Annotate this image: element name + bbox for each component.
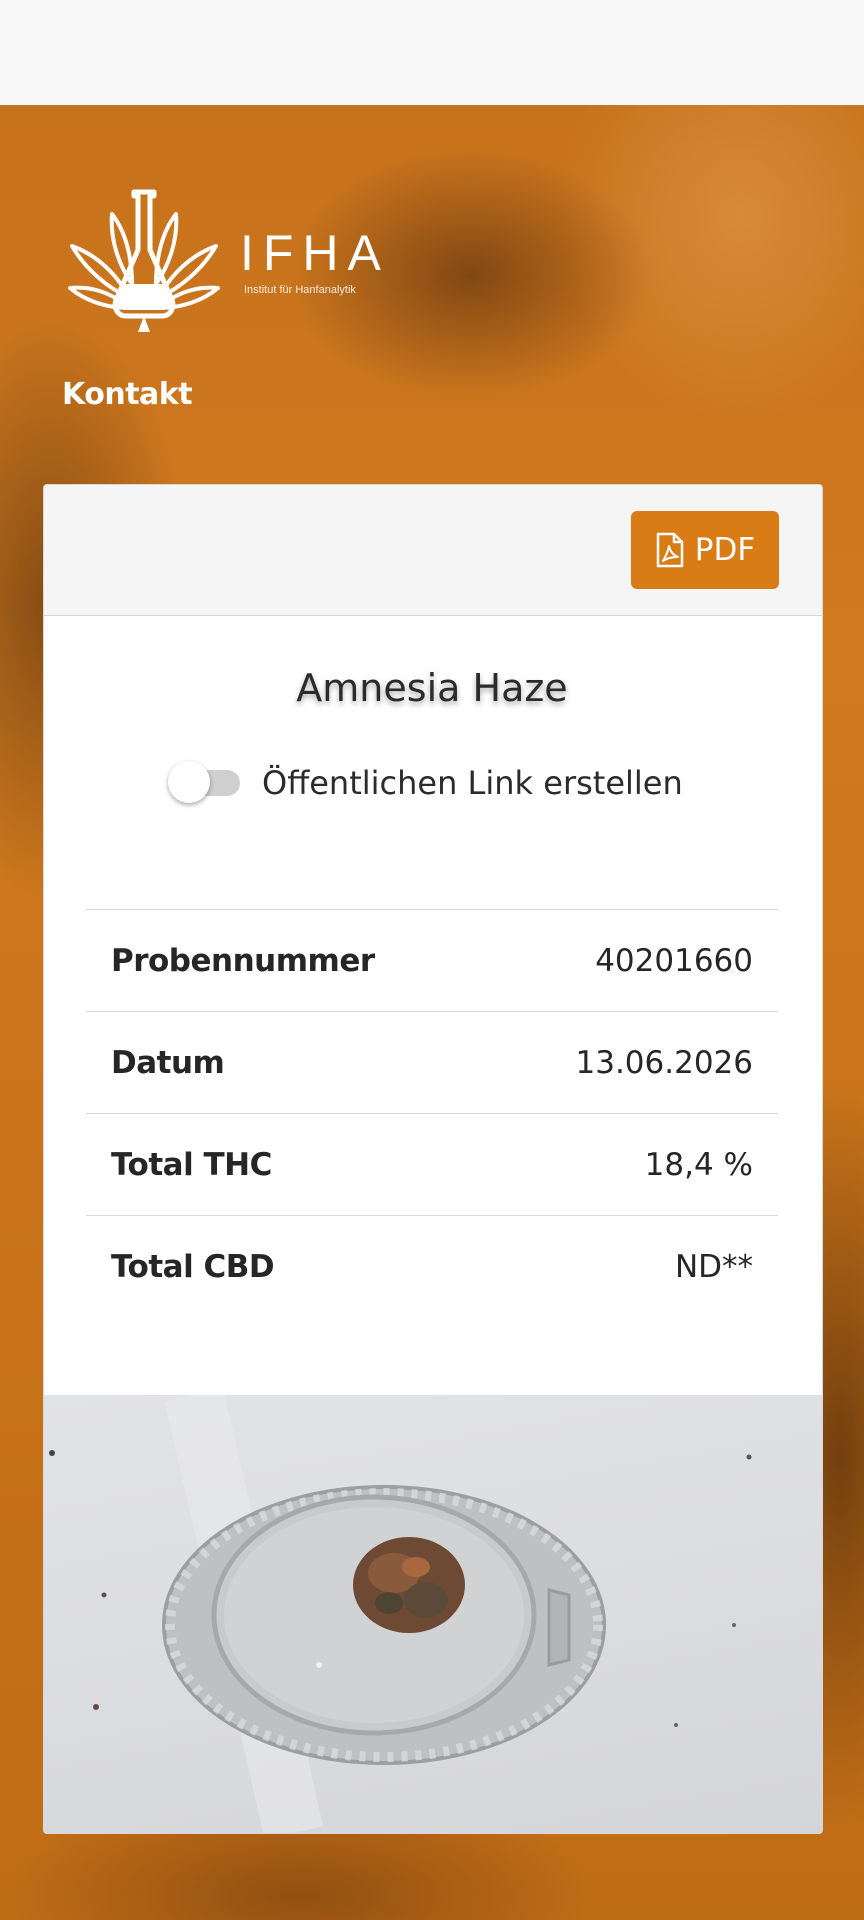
pdf-download-button[interactable]: PDF bbox=[631, 511, 779, 589]
row-label: Probennummer bbox=[86, 909, 488, 1012]
row-value: 18,4 % bbox=[487, 1113, 778, 1216]
row-value: 13.06.2026 bbox=[487, 1011, 778, 1114]
row-label: Datum bbox=[86, 1011, 488, 1114]
logo-name: IFHA bbox=[240, 225, 390, 281]
public-link-label: Öffentlichen Link erstellen bbox=[262, 764, 683, 802]
toggle-knob bbox=[168, 761, 210, 803]
sample-title: Amnesia Haze bbox=[296, 666, 568, 710]
table-row: Total THC 18,4 % bbox=[86, 1113, 778, 1216]
hemp-leaf-flask-icon bbox=[68, 189, 220, 332]
table-row: Probennummer 40201660 bbox=[86, 909, 778, 1012]
public-link-toggle-row: Öffentlichen Link erstellen bbox=[168, 760, 683, 806]
row-value: 40201660 bbox=[487, 909, 778, 1012]
row-label: Total THC bbox=[86, 1113, 488, 1216]
public-link-toggle[interactable] bbox=[168, 760, 242, 806]
file-pdf-icon bbox=[655, 532, 685, 568]
card-header: PDF bbox=[44, 485, 822, 616]
pdf-button-label: PDF bbox=[694, 532, 756, 568]
sample-photo bbox=[44, 1395, 822, 1833]
row-value: ND** bbox=[487, 1215, 778, 1317]
sample-info-table: Probennummer 40201660 Datum 13.06.2026 T… bbox=[86, 909, 778, 1317]
logo-subtitle: Institut für Hanfanalytik bbox=[244, 284, 356, 296]
status-bar-area bbox=[0, 0, 864, 105]
ifha-logo[interactable]: IFHA Institut für Hanfanalytik bbox=[68, 188, 398, 338]
row-label: Total CBD bbox=[86, 1215, 488, 1317]
contact-link[interactable]: Kontakt bbox=[62, 377, 193, 412]
table-row: Datum 13.06.2026 bbox=[86, 1011, 778, 1114]
table-row: Total CBD ND** bbox=[86, 1215, 778, 1317]
